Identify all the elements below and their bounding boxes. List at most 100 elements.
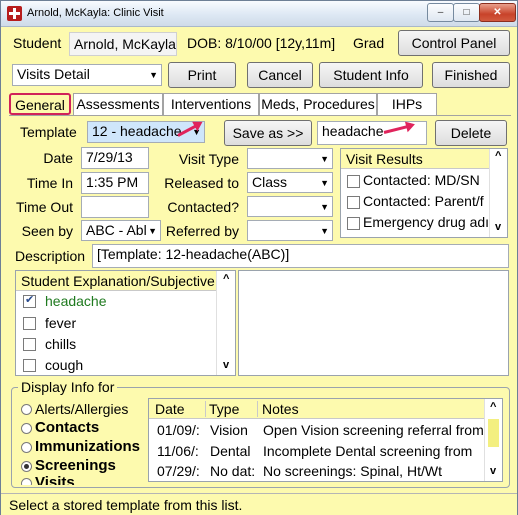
tab-meds-procedures[interactable]: Meds, Procedures — [259, 93, 377, 115]
table-row[interactable]: 11/06/: Dental Incomplete Dental screeni… — [149, 441, 484, 461]
clinic-visit-window: Arnold, McKayla: Clinic Visit – □ ✕ Stud… — [0, 0, 518, 515]
delete-button[interactable]: Delete — [435, 120, 507, 146]
time-out-label: Time Out — [15, 199, 73, 215]
explanation-checkbox[interactable] — [23, 359, 36, 372]
grade-label: Grad — [353, 35, 385, 51]
visit-type-select[interactable]: ▼ — [247, 148, 333, 169]
cancel-button[interactable]: Cancel — [247, 62, 313, 88]
finished-button[interactable]: Finished — [432, 62, 510, 88]
released-to-label: Released to — [164, 175, 239, 191]
scroll-up-icon[interactable]: ^ — [495, 150, 501, 162]
explanation-label: fever — [45, 315, 77, 331]
radio-contacts[interactable] — [21, 423, 32, 434]
referred-by-select[interactable]: ▼ — [247, 220, 333, 241]
radio-screenings[interactable] — [21, 461, 32, 472]
date-input[interactable]: 7/29/13 — [81, 147, 149, 169]
row-type: Dental — [210, 443, 251, 459]
window-title: Arnold, McKayla: Clinic Visit — [27, 7, 164, 19]
scroll-down-icon[interactable]: v — [495, 221, 501, 233]
radio-label: Contacts — [35, 419, 100, 436]
visit-result-checkbox[interactable] — [347, 175, 360, 188]
explanation-checkbox[interactable] — [23, 317, 36, 330]
title-bar: Arnold, McKayla: Clinic Visit – □ ✕ — [1, 1, 517, 27]
radio-visits-clip: Visits — [17, 475, 147, 485]
radio-label: Alerts/Allergies — [35, 401, 129, 417]
time-out-input[interactable] — [81, 196, 149, 218]
column-header-notes[interactable]: Notes — [262, 401, 299, 417]
released-to-select[interactable]: Class ▼ — [247, 172, 333, 193]
visit-result-label: Contacted: MD/SN — [363, 172, 480, 188]
seen-by-label: Seen by — [21, 223, 73, 239]
dob-text: DOB: 8/10/00 [12y,11m] — [187, 35, 336, 51]
visit-result-checkbox[interactable] — [347, 196, 360, 209]
print-button[interactable]: Print — [168, 62, 236, 88]
time-in-label: Time In — [26, 175, 73, 191]
visit-results-panel: Visit Results Contacted: MD/SN Contacted… — [340, 148, 508, 238]
chevron-down-icon: ▼ — [320, 178, 329, 188]
table-row[interactable]: 01/09/: Vision Open Vision screening ref… — [149, 420, 484, 440]
released-to-value: Class — [252, 174, 288, 190]
tab-strip: General Assessments Interventions Meds, … — [9, 93, 509, 115]
tab-assessments[interactable]: Assessments — [73, 93, 163, 115]
tab-general[interactable]: General — [9, 93, 71, 115]
column-header-date[interactable]: Date — [155, 401, 185, 417]
scroll-up-icon[interactable]: ^ — [223, 273, 229, 285]
description-label: Description — [15, 248, 86, 264]
scroll-up-icon[interactable]: ^ — [490, 401, 496, 413]
save-as-button[interactable]: Save as >> — [224, 120, 312, 146]
column-divider — [257, 401, 258, 417]
info-list-header: Date Type Notes — [149, 399, 484, 419]
contacted-select[interactable]: ▼ — [247, 196, 333, 217]
radio-label: Visits — [35, 475, 75, 485]
seen-by-select[interactable]: ABC - Abl ▼ — [81, 220, 161, 241]
scroll-down-icon[interactable]: v — [490, 465, 496, 477]
tab-divider — [9, 115, 511, 116]
row-date: 07/29/: — [157, 463, 200, 479]
student-name: Arnold, McKayla — [69, 32, 177, 56]
explanation-scrollbar[interactable]: ^ v — [216, 271, 235, 375]
explanation-checkbox[interactable] — [23, 293, 36, 308]
radio-alerts-allergies[interactable] — [21, 404, 32, 415]
app-cross-icon — [7, 6, 22, 21]
row-notes: No screenings: Spinal, Ht/Wt — [263, 463, 442, 479]
maximize-button[interactable]: □ — [453, 3, 480, 22]
view-select[interactable]: Visits Detail ▼ — [12, 64, 162, 86]
tab-ihps[interactable]: IHPs — [377, 93, 437, 115]
explanation-label: headache — [45, 293, 107, 309]
info-list-scrollbar[interactable]: ^ v — [484, 399, 502, 481]
visit-results-scrollbar[interactable]: ^ v — [489, 149, 507, 237]
explanation-title: Student Explanation/Subjective — [16, 271, 216, 291]
radio-immunizations[interactable] — [21, 442, 32, 453]
radio-visits[interactable] — [21, 478, 32, 485]
row-type: Vision — [210, 422, 248, 438]
column-header-type[interactable]: Type — [209, 401, 239, 417]
row-type: No dat: — [210, 463, 256, 479]
chevron-down-icon: ▼ — [149, 70, 158, 80]
seen-by-value: ABC - Abl — [86, 222, 147, 238]
time-in-input[interactable]: 1:35 PM — [81, 172, 149, 194]
chevron-down-icon: ▼ — [320, 202, 329, 212]
tab-interventions[interactable]: Interventions — [163, 93, 259, 115]
explanation-panel: Student Explanation/Subjective headache … — [15, 270, 236, 376]
student-info-button[interactable]: Student Info — [319, 62, 423, 88]
chevron-down-icon: ▼ — [320, 226, 329, 236]
table-row[interactable]: 07/29/: No dat: No screenings: Spinal, H… — [149, 461, 484, 481]
explanation-label: cough — [45, 357, 84, 373]
explanation-label: chills — [45, 336, 77, 352]
description-input[interactable]: [Template: 12-headache(ABC)] — [92, 244, 509, 268]
minimize-button[interactable]: – — [427, 3, 454, 22]
scroll-down-icon[interactable]: v — [223, 359, 229, 371]
info-list: Date Type Notes 01/09/: Vision Open Visi… — [148, 398, 503, 482]
control-panel-button[interactable]: Control Panel — [398, 30, 510, 56]
template-select-value: 12 - headache — [92, 123, 182, 139]
view-select-value: Visits Detail — [17, 66, 90, 82]
scroll-thumb[interactable] — [488, 419, 499, 447]
explanation-checkbox[interactable] — [23, 338, 36, 351]
visit-result-label: Contacted: Parent/f — [363, 193, 484, 209]
close-button[interactable]: ✕ — [479, 3, 516, 22]
radio-label: Screenings — [35, 457, 116, 474]
status-bar: Select a stored template from this list. — [1, 493, 517, 515]
visit-result-checkbox[interactable] — [347, 217, 360, 230]
explanation-notes-area[interactable] — [238, 270, 509, 376]
contacted-label: Contacted? — [167, 199, 239, 215]
